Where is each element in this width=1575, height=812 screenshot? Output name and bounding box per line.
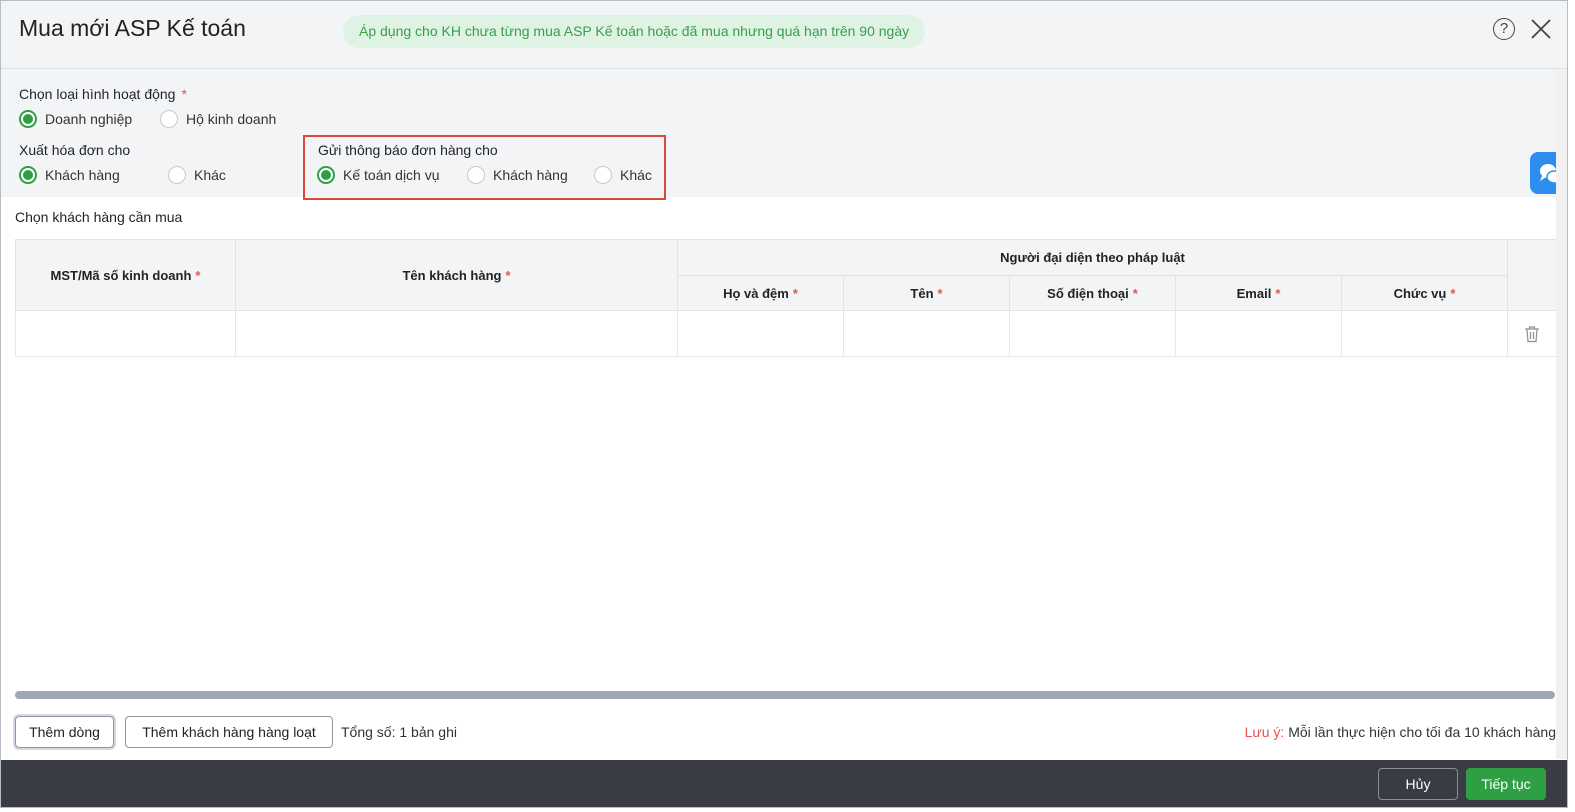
note-label: Lưu ý: bbox=[1244, 724, 1285, 740]
radio-circle-icon bbox=[19, 110, 37, 128]
dialog-footer: Hủy Tiếp tục bbox=[1, 760, 1567, 807]
cell-actions bbox=[1507, 310, 1557, 357]
col-header-email: Email * bbox=[1175, 275, 1342, 311]
radio-activity-household[interactable]: Hộ kinh doanh bbox=[160, 110, 276, 128]
radio-circle-icon bbox=[19, 166, 37, 184]
col-header-phone: Số điện thoại * bbox=[1009, 275, 1176, 311]
radio-notify-accountant[interactable]: Kế toán dịch vụ bbox=[317, 166, 440, 184]
activity-type-label: Chọn loại hình hoạt động * bbox=[19, 86, 187, 102]
radio-notify-other[interactable]: Khác bbox=[594, 166, 652, 184]
col-header-position: Chức vụ * bbox=[1341, 275, 1508, 311]
radio-circle-icon bbox=[317, 166, 335, 184]
cell-phone[interactable] bbox=[1009, 310, 1176, 357]
cell-position[interactable] bbox=[1341, 310, 1508, 357]
dialog-header: Mua mới ASP Kế toán Áp dụng cho KH chưa … bbox=[1, 1, 1567, 69]
radio-circle-icon bbox=[168, 166, 186, 184]
radio-invoice-customer[interactable]: Khách hàng bbox=[19, 166, 120, 184]
filter-panel: Chọn loại hình hoạt động * Doanh nghiệp H… bbox=[1, 69, 1556, 200]
col-header-actions bbox=[1507, 239, 1557, 311]
close-icon[interactable] bbox=[1528, 16, 1554, 42]
continue-button[interactable]: Tiếp tục bbox=[1466, 768, 1546, 800]
help-icon[interactable]: ? bbox=[1493, 18, 1515, 40]
note-text: Mỗi lần thực hiện cho tối đa 10 khách hà… bbox=[1288, 724, 1556, 740]
radio-invoice-other[interactable]: Khác bbox=[168, 166, 226, 184]
col-header-tax-code: MST/Mã số kinh doanh * bbox=[15, 239, 236, 311]
radio-notify-customer[interactable]: Khách hàng bbox=[467, 166, 568, 184]
radio-circle-icon bbox=[160, 110, 178, 128]
customer-section-title: Chọn khách hàng cần mua bbox=[15, 209, 183, 225]
table-row bbox=[15, 310, 1557, 357]
limit-note: Lưu ý: Mỗi lần thực hiện cho tối đa 10 k… bbox=[1245, 724, 1556, 740]
cancel-button[interactable]: Hủy bbox=[1378, 768, 1458, 800]
dialog-title: Mua mới ASP Kế toán bbox=[19, 15, 246, 41]
radio-circle-icon bbox=[594, 166, 612, 184]
eligibility-notice: Áp dụng cho KH chưa từng mua ASP Kế toán… bbox=[343, 15, 926, 48]
col-header-customer-name: Tên khách hàng * bbox=[235, 239, 678, 311]
col-header-last-middle-name: Họ và đệm * bbox=[677, 275, 844, 311]
vertical-scrollbar[interactable] bbox=[1556, 69, 1567, 759]
col-header-legal-rep: Người đại diện theo pháp luật bbox=[677, 239, 1508, 276]
trash-icon[interactable] bbox=[1524, 325, 1540, 343]
cell-customer-name[interactable] bbox=[235, 310, 678, 357]
total-records: Tổng số: 1 bản ghi bbox=[341, 724, 457, 740]
cell-last-middle-name[interactable] bbox=[677, 310, 844, 357]
horizontal-scrollbar[interactable] bbox=[15, 691, 1555, 699]
purchase-dialog: Mua mới ASP Kế toán Áp dụng cho KH chưa … bbox=[0, 0, 1568, 808]
cell-tax-code[interactable] bbox=[15, 310, 236, 357]
notify-to-label: Gửi thông báo đơn hàng cho bbox=[318, 142, 498, 158]
add-bulk-customers-button[interactable]: Thêm khách hàng hàng loạt bbox=[125, 716, 333, 748]
radio-circle-icon bbox=[467, 166, 485, 184]
cell-email[interactable] bbox=[1175, 310, 1342, 357]
radio-activity-enterprise[interactable]: Doanh nghiệp bbox=[19, 110, 132, 128]
add-row-button[interactable]: Thêm dòng bbox=[15, 716, 114, 748]
col-header-first-name: Tên * bbox=[843, 275, 1010, 311]
invoice-for-label: Xuất hóa đơn cho bbox=[19, 142, 131, 158]
customer-table: MST/Mã số kinh doanh * Tên khách hàng * Ng… bbox=[15, 239, 1557, 357]
cell-first-name[interactable] bbox=[843, 310, 1010, 357]
